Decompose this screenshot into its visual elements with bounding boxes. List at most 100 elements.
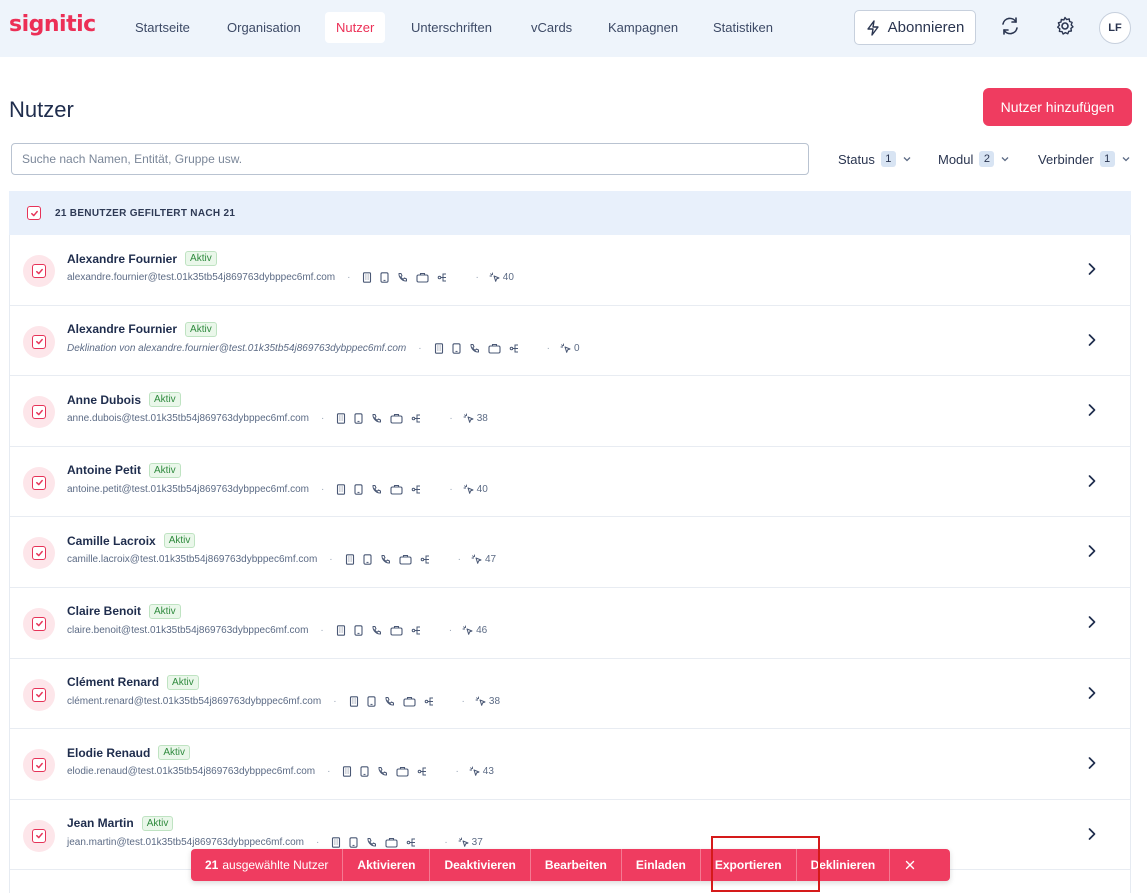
row-details: alexandre.fournier@test.01k35tb54j869763…	[67, 272, 514, 283]
row-select[interactable]	[23, 255, 55, 287]
row-checkbox[interactable]	[32, 264, 46, 278]
row-select[interactable]	[23, 749, 55, 782]
row-select[interactable]	[23, 607, 55, 640]
briefcase-icon	[402, 696, 416, 707]
row-open-button[interactable]	[1085, 474, 1099, 488]
invite-button[interactable]: Einladen	[622, 849, 701, 881]
row-details: jean.martin@test.01k35tb54j869763dybppec…	[67, 837, 483, 848]
chevron-right-icon	[1088, 545, 1096, 558]
status-badge: Aktiv	[167, 674, 199, 690]
deactivate-button[interactable]: Deaktivieren	[430, 849, 531, 881]
row-select[interactable]	[23, 678, 55, 711]
row-checkbox[interactable]	[32, 758, 46, 773]
hierarchy-icon	[407, 838, 416, 847]
separator-dot: ·	[315, 836, 320, 848]
filter-modul[interactable]: Modul 2	[938, 150, 1010, 168]
campaign-count: 40	[489, 272, 514, 283]
user-row[interactable]: Claire Benoit Aktiv claire.benoit@test.01k…	[10, 588, 1130, 659]
row-open-button[interactable]	[1085, 333, 1099, 347]
edit-button[interactable]: Bearbeiten	[531, 849, 622, 881]
user-row[interactable]: Clément Renard Aktiv clément.renard@test.0…	[10, 659, 1130, 730]
row-select[interactable]	[23, 819, 55, 852]
campaign-count: 47	[471, 554, 496, 565]
row-open-button[interactable]	[1085, 544, 1099, 558]
selected-count-label: 21 ausgewählte Nutzer	[191, 849, 344, 881]
filter-verbinder[interactable]: Verbinder 1	[1038, 150, 1131, 168]
separator-dot: ·	[448, 624, 453, 636]
select-all-checkbox[interactable]	[27, 206, 41, 220]
nav-nutzer[interactable]: Nutzer	[325, 12, 386, 43]
module-icons	[336, 625, 423, 636]
user-row[interactable]: Camille Lacroix Aktiv camille.lacroix@test…	[10, 517, 1130, 588]
row-checkbox[interactable]	[32, 405, 46, 420]
campaign-count: 37	[458, 837, 483, 848]
row-open-button[interactable]	[1085, 756, 1099, 770]
activate-button[interactable]: Aktivieren	[343, 849, 431, 881]
user-row[interactable]: Elodie Renaud Aktiv elodie.renaud@test.01k…	[10, 729, 1130, 800]
avatar[interactable]: LF	[1099, 12, 1131, 44]
row-checkbox[interactable]	[32, 334, 46, 349]
close-action-bar-button[interactable]	[890, 849, 930, 881]
row-select[interactable]	[23, 466, 55, 499]
row-checkbox[interactable]	[32, 828, 46, 843]
hierarchy-icon	[411, 626, 420, 635]
status-badge: Aktiv	[149, 462, 181, 478]
user-email: Deklination von alexandre.fournier@test.…	[67, 342, 407, 354]
row-open-button[interactable]	[1085, 686, 1099, 700]
campaign-count: 0	[560, 343, 580, 354]
nav-statistiken[interactable]: Statistiken	[702, 12, 784, 43]
row-open-button[interactable]	[1085, 262, 1099, 276]
row-open-button[interactable]	[1085, 615, 1099, 629]
campaign-count-value: 43	[482, 766, 494, 778]
status-badge: Aktiv	[141, 815, 174, 831]
add-user-button[interactable]: Nutzer hinzufügen	[983, 88, 1132, 126]
nav-startseite[interactable]: Startseite	[124, 12, 201, 43]
row-select[interactable]	[23, 537, 55, 570]
separator-dot: ·	[475, 272, 479, 283]
user-name: Clément Renard	[67, 675, 160, 690]
phone-icon	[398, 273, 408, 282]
row-select[interactable]	[23, 325, 55, 358]
campaign-count: 38	[463, 413, 488, 424]
separator-dot: ·	[333, 695, 337, 707]
user-row[interactable]: Alexandre Fournier Aktiv alexandre.fournie…	[10, 235, 1130, 306]
user-row[interactable]: Anne Dubois Aktiv anne.dubois@test.01k35tb…	[10, 376, 1130, 447]
row-checkbox[interactable]	[32, 687, 46, 702]
row-open-button[interactable]	[1085, 827, 1099, 841]
separator-dot: ·	[449, 413, 453, 425]
filter-status[interactable]: Status 1	[838, 150, 912, 168]
nav-unterschriften[interactable]: Unterschriften	[400, 12, 503, 43]
row-checkbox[interactable]	[32, 546, 46, 561]
mobile-phone-icon	[363, 554, 372, 566]
separator-dot: ·	[461, 695, 465, 707]
signitic-logo[interactable]: signitic	[9, 12, 96, 37]
nav-kampagnen[interactable]: Kampagnen	[597, 12, 689, 43]
sync-button[interactable]	[998, 14, 1022, 38]
mobile-phone-icon	[366, 695, 376, 707]
bulk-action-bar: 21 ausgewählte Nutzer Aktivieren Deaktiv…	[191, 849, 950, 881]
user-name: Alexandre Fournier	[67, 251, 178, 266]
status-badge: Aktiv	[185, 251, 217, 266]
briefcase-icon	[390, 625, 403, 636]
row-title: Alexandre Fournier Aktiv	[67, 251, 217, 266]
campaign-count-value: 37	[471, 836, 483, 848]
campaign-count-value: 40	[502, 272, 514, 283]
row-details: camille.lacroix@test.01k35tb54j869763dyb…	[67, 554, 496, 565]
user-row[interactable]: Alexandre Fournier Aktiv Deklination von a…	[10, 306, 1130, 377]
row-checkbox[interactable]	[32, 616, 46, 631]
separator-dot: ·	[320, 483, 325, 495]
nav-organisation[interactable]: Organisation	[216, 12, 312, 43]
row-select[interactable]	[23, 396, 55, 429]
user-row[interactable]: Antoine Petit Aktiv antoine.petit@test.01k…	[10, 447, 1130, 518]
search-input[interactable]	[11, 143, 809, 175]
nav-vcards[interactable]: vCards	[520, 12, 583, 43]
settings-button[interactable]	[1053, 14, 1077, 38]
subscribe-button[interactable]: Abonnieren	[854, 10, 976, 45]
row-open-button[interactable]	[1085, 403, 1099, 417]
list-header: 21 BENUTZER GEFILTERT NACH 21	[9, 191, 1131, 235]
campaign-count: 46	[462, 625, 487, 636]
separator-dot: ·	[546, 342, 550, 354]
row-title: Camille Lacroix Aktiv	[67, 533, 196, 549]
module-icons	[336, 413, 423, 424]
row-checkbox[interactable]	[32, 475, 46, 490]
